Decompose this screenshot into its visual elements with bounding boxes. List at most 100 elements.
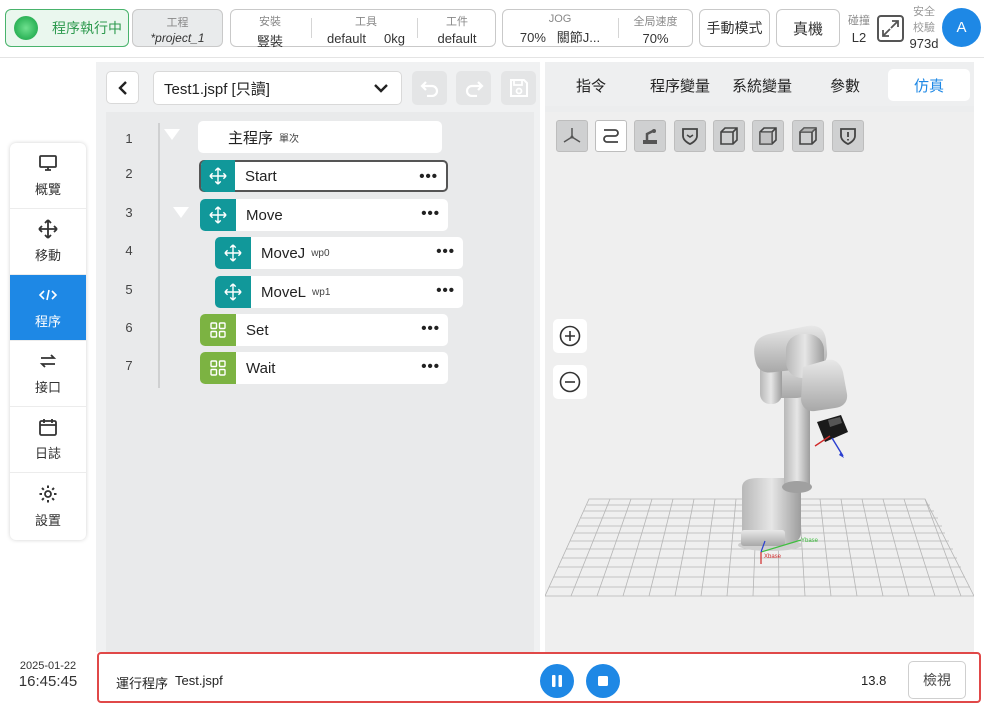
real-machine-button[interactable]: 真機 — [776, 9, 840, 47]
gear-icon — [39, 485, 57, 502]
undo-button[interactable] — [412, 71, 447, 105]
move-node-icon — [201, 160, 235, 192]
install-cell[interactable]: 安裝 豎裝 — [231, 10, 309, 49]
program-editor: Test1.jspf [只讀] 1 2 3 4 5 6 7 主程序 單次 Sta… — [96, 62, 540, 652]
more-icon[interactable]: ••• — [419, 169, 438, 184]
run-status-indicator[interactable]: 程序執行中 — [5, 9, 129, 47]
safety-value: 973d — [909, 36, 939, 51]
stop-icon — [598, 676, 608, 686]
tree-node-start[interactable]: Start ••• — [199, 160, 448, 192]
status-dot-icon — [14, 16, 38, 40]
sidebar-item-overview[interactable]: 概覽 — [10, 143, 86, 209]
node-label: Move — [246, 206, 283, 224]
chevron-left-icon — [117, 80, 127, 95]
tab-system-variables[interactable]: 系統變量 — [717, 69, 807, 101]
tab-parameters[interactable]: 參數 — [805, 69, 885, 101]
speed-value: 13.8 — [861, 673, 887, 688]
config-group[interactable]: 安裝 豎裝 工具 default 0kg 工件 default — [230, 9, 496, 49]
code-icon — [38, 289, 58, 301]
workpiece-cell[interactable]: 工件 default — [419, 10, 495, 46]
line-number: 1 — [125, 131, 133, 146]
run-program-file: Test.jspf — [175, 673, 223, 688]
global-speed-cell[interactable]: 全局速度 70% — [619, 10, 692, 46]
collision-value: L2 — [851, 30, 867, 45]
pause-icon — [552, 675, 562, 687]
tree-node-move[interactable]: Move ••• — [200, 199, 448, 231]
simulation-view[interactable]: Xbase Ybase — [545, 112, 974, 652]
avatar[interactable]: A — [942, 8, 981, 47]
grid-node-icon — [200, 352, 236, 384]
more-icon[interactable]: ••• — [421, 206, 440, 221]
manual-mode-button[interactable]: 手動模式 — [699, 9, 770, 47]
tab-simulation[interactable]: 仿真 — [888, 69, 970, 101]
clock: 2025-01-22 16:45:45 — [10, 660, 86, 690]
tree-node-movej[interactable]: MoveJ wp0 ••• — [215, 237, 463, 269]
safety-label-2: 校驗 — [913, 22, 935, 34]
sidebar-item-program[interactable]: 程序 — [10, 275, 86, 341]
save-icon — [509, 79, 528, 97]
calendar-icon — [39, 419, 57, 436]
run-program-bar: 運行程序 Test.jspf 13.8 檢視 — [97, 652, 981, 703]
move-node-icon — [200, 199, 236, 231]
global-speed-value: 70% — [642, 31, 669, 46]
sidebar-item-label: 設置 — [34, 512, 61, 528]
sidebar-item-settings[interactable]: 設置 — [10, 473, 86, 539]
project-selector[interactable]: 工程 *project_1 — [132, 9, 223, 47]
tree-node-set[interactable]: Set ••• — [200, 314, 448, 346]
tab-bar: 指令 程序變量 系統變量 參數 仿真 — [545, 62, 974, 106]
axis-y-label: Ybase — [801, 538, 819, 544]
motion-group[interactable]: JOG 70% 關節J... 全局速度 70% — [502, 9, 693, 47]
node-label: Set — [246, 321, 269, 339]
jog-value: 70% 關節J... — [519, 30, 601, 45]
sidebar-item-move[interactable]: 移動 — [10, 209, 86, 275]
undo-icon — [419, 81, 438, 97]
check-button[interactable]: 檢視 — [908, 661, 966, 699]
safety-check[interactable]: 安全 校驗 973d — [906, 4, 942, 52]
tool-label: 工具 — [355, 16, 377, 28]
node-sub: wp1 — [312, 286, 331, 298]
time-text: 16:45:45 — [18, 673, 78, 690]
redo-button[interactable] — [456, 71, 491, 105]
swap-icon — [39, 354, 57, 368]
move-icon — [38, 219, 58, 239]
divider — [311, 18, 312, 38]
tree-node-wait[interactable]: Wait ••• — [200, 352, 448, 384]
node-label: Wait — [246, 359, 276, 377]
collapse-toggle-icon[interactable] — [164, 129, 180, 140]
stop-button[interactable] — [586, 664, 620, 698]
more-icon[interactable]: ••• — [421, 359, 440, 374]
tree-node-main[interactable]: 主程序 單次 — [198, 121, 442, 153]
more-icon[interactable]: ••• — [421, 321, 440, 336]
move-node-icon — [215, 276, 251, 308]
chevron-down-icon — [374, 84, 388, 93]
file-select[interactable]: Test1.jspf [只讀] — [153, 71, 402, 105]
pause-button[interactable] — [540, 664, 574, 698]
install-value: 豎裝 — [256, 34, 283, 49]
tree-node-movel[interactable]: MoveL wp1 ••• — [215, 276, 463, 308]
sidebar-item-label: 接口 — [34, 380, 61, 395]
back-button[interactable] — [106, 71, 139, 104]
collapse-toggle-icon[interactable] — [173, 207, 189, 218]
sidebar-item-interface[interactable]: 接口 — [10, 341, 86, 407]
sidebar-item-label: 概覽 — [34, 182, 61, 197]
tab-program-variables[interactable]: 程序變量 — [635, 69, 725, 101]
line-number: 5 — [125, 282, 133, 297]
move-node-icon — [215, 237, 251, 269]
node-label: 主程序 — [228, 129, 274, 147]
workpiece-value: default — [437, 31, 477, 46]
axis-x-label: Xbase — [764, 554, 782, 560]
node-label: MoveL — [261, 283, 307, 301]
collision-level[interactable]: 碰撞 L2 — [845, 12, 873, 45]
expand-icon[interactable] — [877, 15, 904, 42]
tool-cell[interactable]: 工具 default 0kg — [317, 10, 415, 46]
sidebar-item-log[interactable]: 日誌 — [10, 407, 86, 473]
more-icon[interactable]: ••• — [436, 283, 455, 298]
safety-label: 安全 — [913, 6, 935, 18]
more-icon[interactable]: ••• — [436, 244, 455, 259]
tab-commands[interactable]: 指令 — [551, 69, 631, 101]
run-program-label: 運行程序 — [116, 676, 169, 691]
sidebar-item-label: 移動 — [34, 248, 61, 263]
program-tree: 1 2 3 4 5 6 7 主程序 單次 Start ••• Move ••• — [106, 112, 534, 652]
save-button[interactable] — [501, 71, 536, 105]
jog-cell[interactable]: JOG 70% 關節J... — [503, 10, 617, 46]
